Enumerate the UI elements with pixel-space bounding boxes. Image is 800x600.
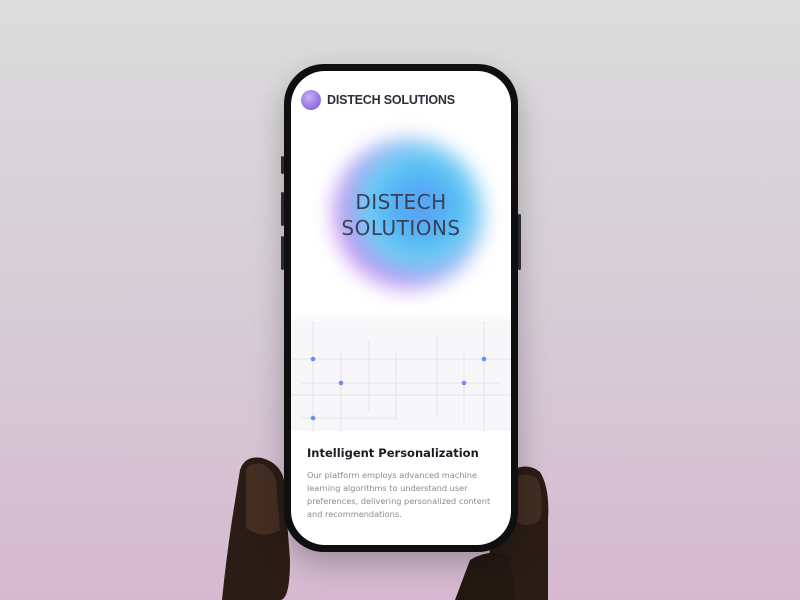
hero-section: DISTECH SOLUTIONS [291,121,511,321]
feature-description: Our platform employs advanced machine le… [307,470,491,519]
phone-volume-down [281,236,284,270]
grid-node [310,415,316,421]
phone-power-button [518,214,521,270]
hero-title: DISTECH SOLUTIONS [291,189,511,241]
hero-title-line-2: SOLUTIONS [341,216,461,240]
feature-title: Intelligent Personalization [307,446,479,460]
grid-node [481,356,487,362]
phone-volume-up [281,192,284,226]
brand-name[interactable]: DISTECH SOLUTIONS [327,93,455,107]
phone-frame: DISTECH SOLUTIONS DISTECH SOLUTIONS Inte… [281,64,521,552]
gradient-circle-logo-icon[interactable] [301,90,321,110]
grid-node [310,356,316,362]
phone-screen: DISTECH SOLUTIONS DISTECH SOLUTIONS Inte… [291,71,511,545]
feature-illustration [291,321,511,431]
grid-node [338,380,344,386]
hero-title-line-1: DISTECH [355,190,447,214]
grid-node [461,380,467,386]
phone-side-button [281,156,284,174]
network-grid-graphic [291,321,511,431]
site-header: DISTECH SOLUTIONS [301,89,455,111]
